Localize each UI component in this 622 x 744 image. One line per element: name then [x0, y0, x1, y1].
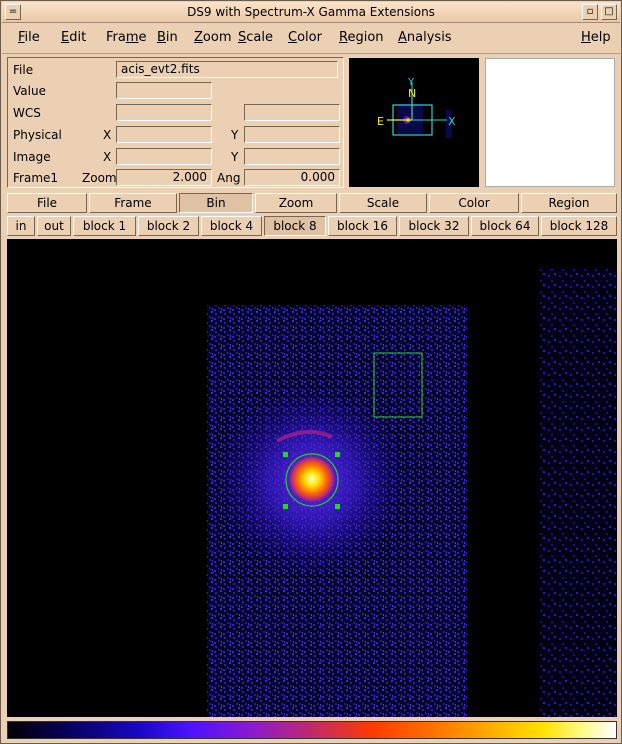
physical-x-field: [116, 126, 212, 143]
btn-zoom[interactable]: Zoom: [255, 193, 337, 213]
wcs-field-a: [116, 104, 212, 121]
menu-color[interactable]: Color: [288, 30, 322, 45]
menu-region[interactable]: Region: [339, 30, 384, 45]
frame-label: Frame1: [13, 171, 59, 185]
btn-block-1[interactable]: block 1: [73, 216, 136, 236]
colorbar[interactable]: [7, 721, 617, 739]
image-y-field: [244, 148, 340, 165]
source-core: [288, 455, 336, 503]
region-handle[interactable]: [335, 452, 340, 457]
ang-field: 0.000: [244, 169, 340, 186]
zoom-field: 2.000: [116, 169, 212, 186]
btn-bin-out[interactable]: out: [37, 216, 71, 236]
menu-scale[interactable]: Scale: [238, 30, 273, 45]
menu-help[interactable]: Help: [581, 30, 611, 45]
btn-block-2[interactable]: block 2: [138, 216, 199, 236]
info-panel: File acis_evt2.fits Value WCS Physical X…: [7, 57, 344, 188]
image-y-label: Y: [231, 150, 239, 164]
btn-block-8[interactable]: block 8: [264, 216, 326, 236]
btn-region[interactable]: Region: [521, 193, 617, 213]
menu-zoom[interactable]: Zoom: [194, 30, 231, 45]
maximize-button[interactable]: □: [601, 4, 617, 20]
image-x-label: X: [103, 150, 112, 164]
btn-block-32[interactable]: block 32: [399, 216, 469, 236]
value-field: [116, 82, 212, 99]
menu-file[interactable]: File: [18, 30, 40, 45]
panner-n-label: N: [408, 87, 416, 100]
physical-label: Physical: [13, 128, 62, 142]
zoom-label: Zoom: [82, 171, 117, 185]
image-canvas: [207, 267, 617, 717]
physical-y-field: [244, 126, 340, 143]
btn-bin[interactable]: Bin: [179, 193, 253, 213]
value-label: Value: [13, 84, 46, 98]
wcs-field-b: [244, 104, 340, 121]
file-label: File: [13, 63, 34, 77]
wcs-label: WCS: [13, 106, 41, 120]
btn-block-64[interactable]: block 64: [471, 216, 539, 236]
panner-y-label: Y: [407, 77, 415, 88]
ang-label: Ang: [217, 171, 241, 185]
btn-block-128[interactable]: block 128: [541, 216, 617, 236]
panner[interactable]: N E X Y: [349, 58, 479, 187]
file-field: acis_evt2.fits: [116, 61, 338, 78]
ds9-window: = DS9 with Spectrum-X Gamma Extensions ▫…: [0, 0, 622, 744]
physical-x-label: X: [103, 128, 112, 142]
btn-block-4[interactable]: block 4: [201, 216, 262, 236]
title-bar[interactable]: = DS9 with Spectrum-X Gamma Extensions ▫…: [2, 2, 620, 23]
region-handle[interactable]: [283, 504, 288, 509]
btn-scale[interactable]: Scale: [339, 193, 427, 213]
btn-frame[interactable]: Frame: [89, 193, 177, 213]
region-handle[interactable]: [335, 504, 340, 509]
image-label: Image: [13, 150, 51, 164]
panner-graphic: N E X Y: [377, 77, 456, 138]
window-title: DS9 with Spectrum-X Gamma Extensions: [187, 5, 435, 19]
menu-bin[interactable]: Bin: [157, 30, 178, 45]
panner-x-label: X: [448, 115, 456, 128]
minimize-button[interactable]: ▫: [582, 4, 598, 20]
image-display[interactable]: [7, 239, 617, 717]
physical-y-label: Y: [231, 128, 239, 142]
btn-block-16[interactable]: block 16: [328, 216, 397, 236]
panner-e-label: E: [377, 115, 384, 128]
detector-chip-edge: [540, 267, 617, 717]
magnifier: [485, 58, 615, 187]
btn-file[interactable]: File: [7, 193, 87, 213]
menu-frame[interactable]: Frame: [106, 30, 147, 45]
region-handle[interactable]: [283, 452, 288, 457]
menu-bar: File Edit Frame Bin Zoom Scale Color Reg…: [2, 24, 620, 54]
image-x-field: [116, 148, 212, 165]
btn-color[interactable]: Color: [429, 193, 519, 213]
btn-bin-in[interactable]: in: [7, 216, 35, 236]
menu-analysis[interactable]: Analysis: [398, 30, 452, 45]
menu-edit[interactable]: Edit: [61, 30, 86, 45]
